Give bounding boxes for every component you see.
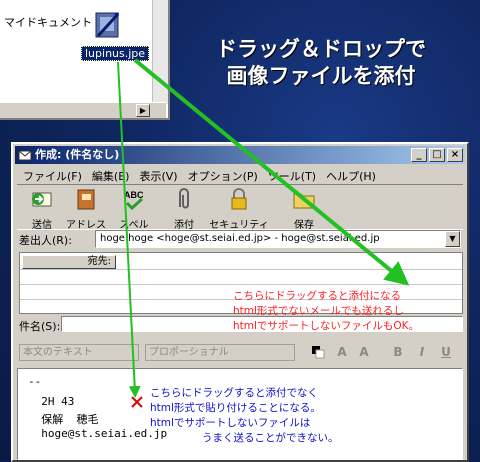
menu-view[interactable]: 表示(V) — [135, 166, 183, 186]
bold-button[interactable]: B — [389, 344, 407, 361]
address-book-icon — [77, 189, 95, 210]
note-inline-line-1: こちらにドラッグすると添付でなく — [150, 387, 318, 399]
paperclip-icon — [179, 188, 189, 209]
spell-check-icon: ABC — [124, 190, 144, 211]
underline-button[interactable]: U — [437, 344, 455, 361]
from-select[interactable]: hoge hoge <hoge@st.seiai.ed.jp> - hoge@s… — [95, 230, 461, 248]
explorer-window: マイドキュメント lupinus.jpe ▶ — [0, 0, 170, 120]
note-attach-line-2: html形式でないメールでも送れるし — [233, 305, 404, 317]
spell-button[interactable]: ABC スペル — [109, 187, 159, 231]
body-line-3: 保解 穂毛 — [28, 413, 99, 426]
send-label: 送信 — [32, 220, 52, 231]
font-select[interactable]: プロポーショナル — [145, 344, 295, 361]
security-button[interactable]: セキュリティ — [209, 187, 269, 231]
note-inline-line-4: うまく送ることができない。 — [202, 432, 339, 444]
save-label: 保存 — [294, 220, 314, 231]
spell-label: スペル — [119, 220, 149, 231]
image-file-icon[interactable] — [92, 10, 122, 40]
body-line-4: hoge@st.seiai.ed.jp — [28, 427, 168, 440]
from-dropdown-arrow[interactable]: ▼ — [445, 231, 460, 247]
address-label: アドレス — [66, 220, 106, 231]
window-controls: _ □ × — [411, 148, 463, 162]
from-value: hoge hoge <hoge@st.seiai.ed.jp> - hoge@s… — [100, 233, 380, 244]
font-size-larger-button[interactable]: A — [355, 344, 373, 361]
format-bar: 本文のテキスト プロポーショナル A A B I U — [17, 342, 463, 364]
font-size-smaller-button[interactable]: A — [333, 344, 351, 361]
title-bar[interactable]: 作成: (件名なし) _ □ × — [15, 146, 465, 164]
window-title: 作成: (件名なし) — [35, 148, 120, 161]
save-button[interactable]: 保存 — [279, 187, 329, 231]
headline: ドラッグ＆ドロップで 画像ファイルを添付 — [196, 36, 446, 90]
from-label: 差出人(R): — [19, 234, 72, 247]
vertical-scrollbar[interactable] — [152, 0, 168, 104]
note-inline-line-3: htmlでサポートしないファイルは — [150, 417, 311, 429]
recipient-type-select[interactable]: 宛先: — [22, 255, 116, 269]
menu-edit[interactable]: 編集(E) — [88, 166, 136, 186]
attach-label: 添付 — [174, 220, 194, 231]
attach-button[interactable]: 添付 — [159, 187, 209, 231]
close-button[interactable]: × — [447, 148, 463, 162]
menu-options[interactable]: オプション(P) — [184, 166, 264, 186]
body-line-2: 2H 43 — [28, 395, 75, 408]
italic-button[interactable]: I — [413, 344, 431, 361]
body-line-1: -- — [28, 375, 42, 388]
scroll-right-arrow[interactable]: ▶ — [136, 104, 150, 117]
headline-line-1: ドラッグ＆ドロップで — [216, 37, 426, 61]
dragged-file-name[interactable]: lupinus.jpe — [81, 46, 150, 61]
text-color-button[interactable] — [309, 344, 327, 361]
horizontal-scrollbar[interactable]: ▶ — [0, 102, 166, 118]
send-icon — [32, 192, 52, 207]
note-attach-line-3: htmlでサポートしないファイルもOK。 — [233, 320, 420, 332]
menu-help[interactable]: ヘルプ(H) — [322, 166, 382, 186]
maximize-button[interactable]: □ — [429, 148, 445, 162]
note-inline-line-2: html形式で貼り付けることになる。 — [150, 402, 321, 414]
paragraph-style-select[interactable]: 本文のテキスト — [19, 344, 139, 361]
color-swatch-icon — [312, 346, 325, 359]
folder-label: マイドキュメント — [4, 16, 92, 29]
send-button[interactable]: 送信 — [17, 187, 67, 231]
menu-bar: ファイル(F) 編集(E) 表示(V) オプション(P) ツール(T) ヘルプ(… — [19, 166, 382, 186]
folder-icon — [293, 193, 315, 209]
toolbar: 送信 アドレス ABC スペル 添付 セキュリティ 保存 — [17, 184, 463, 231]
note-attach: こちらにドラッグすると添付になる html形式でないメールでも送れるし html… — [233, 289, 419, 334]
menu-tools[interactable]: ツール(T) — [264, 166, 322, 186]
address-button[interactable]: アドレス — [61, 187, 111, 231]
menu-file[interactable]: ファイル(F) — [19, 166, 88, 186]
subject-row: 件名(S): — [19, 316, 463, 334]
note-inline: こちらにドラッグすると添付でなく html形式で貼り付けることになる。 html… — [150, 386, 339, 446]
envelope-icon — [18, 150, 32, 161]
headline-line-2: 画像ファイルを添付 — [226, 64, 416, 88]
lock-icon — [231, 188, 247, 210]
subject-label: 件名(S): — [19, 320, 61, 333]
note-attach-line-1: こちらにドラッグすると添付になる — [233, 290, 401, 302]
security-label: セキュリティ — [209, 220, 269, 231]
minimize-button[interactable]: _ — [411, 148, 427, 162]
